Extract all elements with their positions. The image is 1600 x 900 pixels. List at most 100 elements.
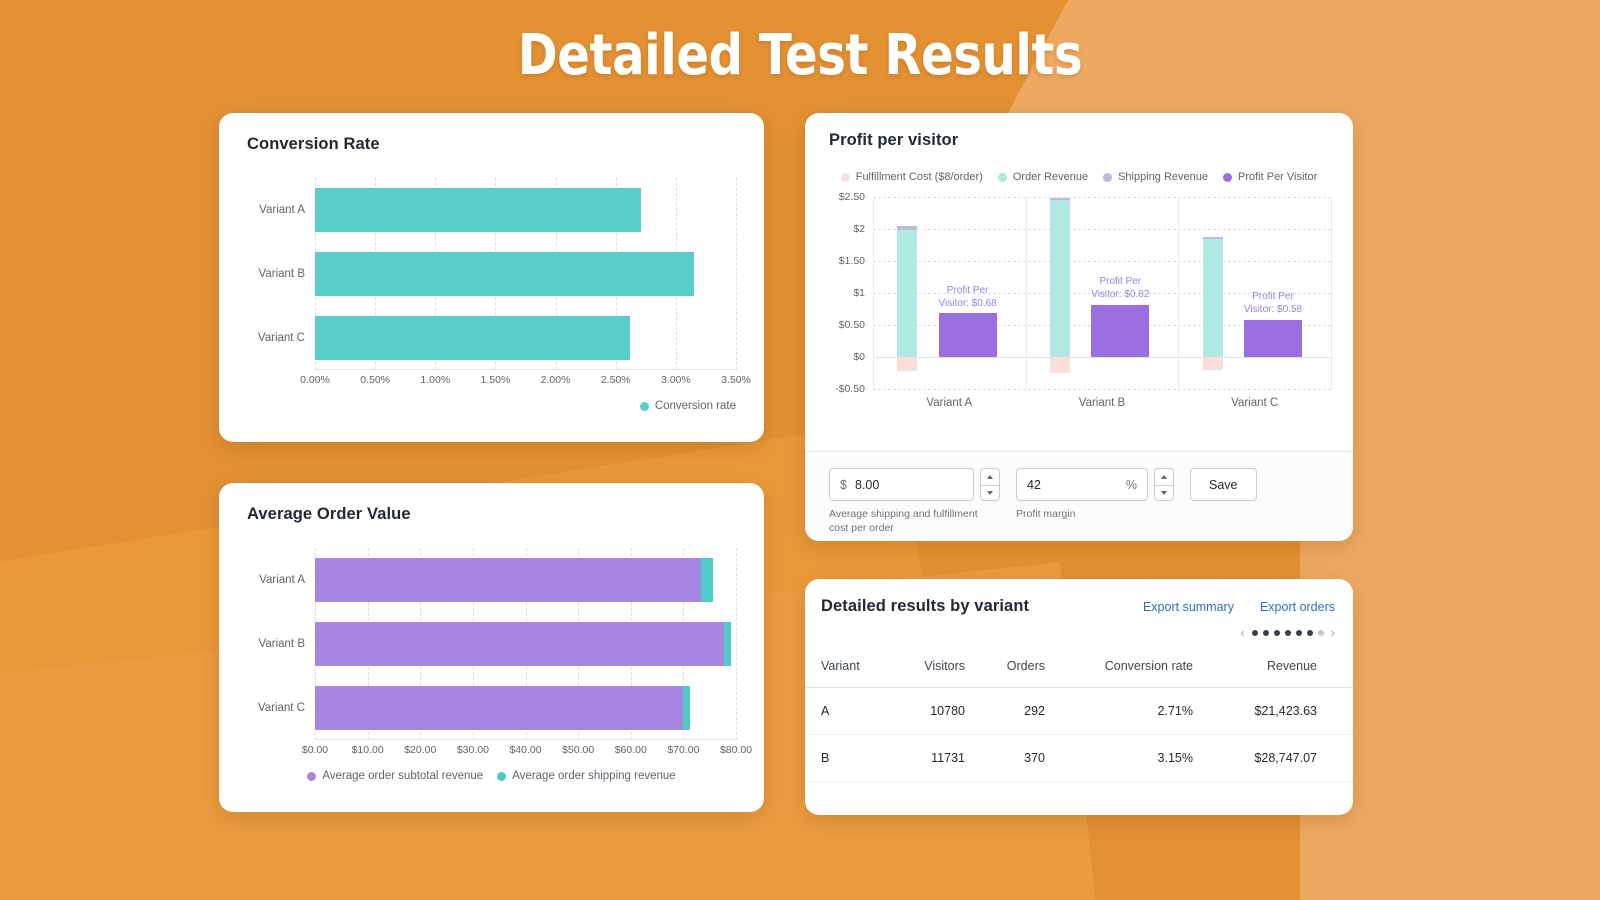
cost-stepper-up-button[interactable]	[980, 468, 1000, 485]
bar-segment[interactable]	[315, 188, 641, 232]
x-axis-tick-label: 1.00%	[420, 374, 451, 386]
aov-chart-body: Average Order Value Variant A Variant B Va…	[219, 483, 764, 764]
annotation-line: Visitor: $0.68	[938, 297, 997, 309]
shipping-revenue-segment[interactable]	[897, 225, 918, 230]
page-root: Detailed Test Results Conversion Rate Va…	[0, 0, 1600, 900]
y-axis-tick-label: $1	[853, 287, 865, 299]
table-column-header[interactable]: Orders	[979, 651, 1059, 688]
export-orders-link[interactable]: Export orders	[1260, 600, 1335, 614]
bar-segment[interactable]	[315, 686, 684, 730]
y-axis-tick-label: $2	[853, 223, 865, 235]
x-axis-tick-label: 0.50%	[360, 374, 391, 386]
margin-stepper-down-button[interactable]	[1154, 484, 1174, 501]
table-cell: $633.84	[1331, 687, 1353, 735]
bar-segment[interactable]	[315, 622, 724, 666]
legend-dot-icon	[497, 771, 507, 781]
caret-down-icon	[987, 490, 993, 495]
margin-field-box[interactable]: %	[1016, 468, 1148, 501]
shipping-revenue-segment[interactable]	[1202, 237, 1223, 240]
order-revenue-segment[interactable]	[897, 229, 918, 357]
shipping-revenue-segment[interactable]	[1050, 197, 1070, 201]
fulfillment-cost-bar[interactable]	[1050, 357, 1070, 373]
table-column-header[interactable]: Conversion rate	[1059, 651, 1207, 688]
save-button[interactable]: Save	[1190, 468, 1257, 501]
order-revenue-segment[interactable]	[1202, 239, 1223, 357]
profit-per-visitor-card: Profit per visitor Fulfillment Cost ($8/…	[805, 113, 1353, 541]
chevron-left-icon[interactable]: ‹	[1238, 626, 1246, 639]
y-axis-tick-label: $0	[853, 351, 865, 363]
average-order-value-card: Average Order Value Variant A Variant B Va…	[219, 483, 764, 812]
table-column-header[interactable]: Shipping Revenue	[1331, 651, 1353, 688]
profit-per-visitor-bar[interactable]	[938, 313, 997, 357]
bar-segment[interactable]	[683, 686, 690, 730]
gridline	[736, 548, 737, 740]
pagination-dot[interactable]	[1317, 629, 1324, 636]
table-row[interactable]: A107802922.71%$21,423.63$633.84	[805, 687, 1353, 735]
margin-stepper[interactable]	[1154, 468, 1174, 501]
table-cell: B	[805, 734, 893, 782]
order-revenue-segment[interactable]	[1050, 200, 1070, 357]
profit-per-visitor-bar[interactable]	[1091, 304, 1150, 357]
bar-category-label: Variant C	[257, 332, 305, 344]
revenue-stacked-bar[interactable]	[897, 225, 918, 357]
table-column-header[interactable]: Visitors	[893, 651, 979, 688]
fulfillment-cost-input[interactable]	[854, 477, 963, 492]
annotation-line: Visitor: $0.58	[1243, 304, 1303, 316]
margin-field-row: %	[1016, 468, 1174, 501]
x-axis-tick-label: $20.00	[404, 744, 437, 756]
caret-up-icon	[987, 474, 993, 479]
profit-y-axis: $2.50 $2 $1.50 $1 $0.50 $0 -$0.50	[821, 191, 867, 395]
bar-segment[interactable]	[723, 622, 731, 666]
pagination-dot[interactable]	[1262, 629, 1269, 636]
legend-label: Fulfillment Cost ($8/order)	[855, 171, 983, 183]
table-column-header[interactable]: Revenue	[1207, 651, 1331, 688]
table-cell: 3.15%	[1059, 734, 1207, 782]
fulfillment-cost-bar[interactable]	[897, 357, 918, 372]
cost-stepper-down-button[interactable]	[980, 484, 1000, 501]
margin-field-group: % Profit margin	[1016, 468, 1174, 521]
bar-row: Variant B	[247, 612, 736, 676]
table-row[interactable]: B117313703.15%$28,747.07$484.62	[805, 734, 1353, 782]
bar-row: Variant B	[247, 242, 736, 306]
pagination-dot[interactable]	[1306, 629, 1313, 636]
y-axis-tick-label: -$0.50	[835, 383, 865, 395]
legend-label: Average order subtotal revenue	[322, 770, 484, 782]
conversion-legend: Conversion rate	[219, 394, 764, 412]
fulfillment-cost-bar[interactable]	[1202, 357, 1223, 371]
cost-field-box[interactable]: $	[829, 468, 974, 501]
legend-dot-icon	[997, 172, 1007, 182]
annotation-line: Profit Per	[1252, 291, 1294, 303]
profit-annotation: Profit Per Visitor: $0.68	[934, 284, 1001, 310]
bar-segment[interactable]	[315, 252, 694, 296]
bar-segment[interactable]	[701, 558, 713, 602]
x-axis-tick-label: $70.00	[667, 744, 700, 756]
revenue-stacked-bar[interactable]	[1050, 197, 1070, 357]
legend-item: Fulfillment Cost ($8/order)	[840, 171, 983, 183]
bar-category-label: Variant A	[259, 204, 305, 216]
x-axis-tick-label: $40.00	[509, 744, 542, 756]
y-axis-tick-label: $2.50	[838, 191, 865, 203]
export-summary-link[interactable]: Export summary	[1143, 600, 1234, 614]
bar-row: Variant C	[247, 306, 736, 370]
bar-track	[315, 548, 736, 612]
annotation-line: Profit Per	[946, 284, 989, 296]
legend-label: Shipping Revenue	[1118, 171, 1208, 183]
profit-margin-input[interactable]	[1027, 477, 1118, 492]
legend-label: Order Revenue	[1012, 171, 1089, 183]
cost-stepper[interactable]	[980, 468, 1000, 501]
gridline	[873, 389, 1331, 390]
revenue-stacked-bar[interactable]	[1202, 237, 1223, 357]
pagination-dot[interactable]	[1284, 629, 1291, 636]
profit-per-visitor-bar[interactable]	[1243, 319, 1302, 357]
chevron-right-icon[interactable]: ›	[1329, 626, 1337, 639]
pagination-dot[interactable]	[1273, 629, 1280, 636]
legend-item: Average order shipping revenue	[497, 770, 676, 782]
table-column-header[interactable]: Variant	[805, 651, 893, 688]
margin-stepper-up-button[interactable]	[1154, 468, 1174, 485]
bar-segment[interactable]	[315, 316, 631, 360]
pagination-dot[interactable]	[1251, 629, 1258, 636]
results-table-head: Variant Visitors Orders Conversion rate Reve…	[805, 651, 1353, 688]
pagination-dot[interactable]	[1295, 629, 1302, 636]
bar-segment[interactable]	[315, 558, 702, 602]
x-axis-tick-label: 3.00%	[660, 374, 691, 386]
